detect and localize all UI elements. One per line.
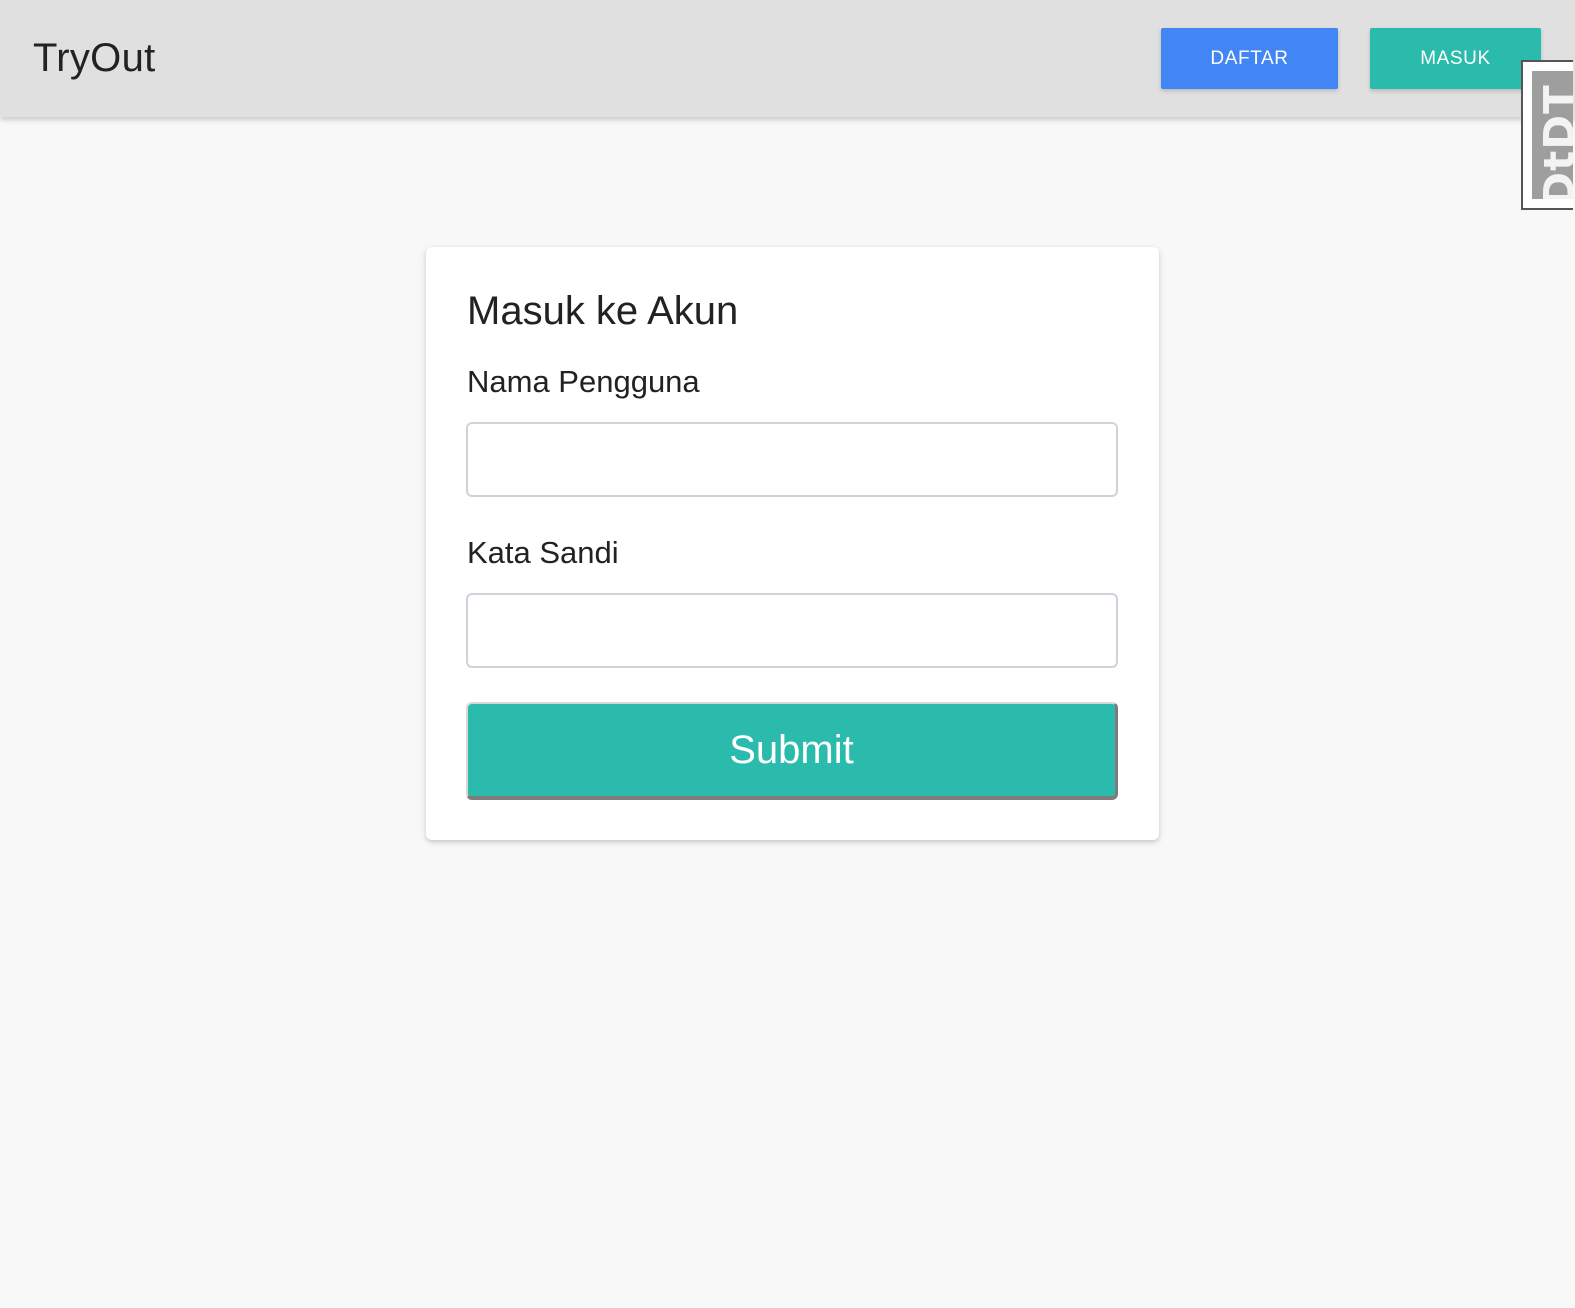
login-nav-button[interactable]: MASUK <box>1370 28 1541 89</box>
username-label: Nama Pengguna <box>467 364 700 399</box>
page: TryOut DAFTAR MASUK DtDT Masuk ke Akun N… <box>0 0 1575 1308</box>
dt-badge-label: DtDT <box>1534 84 1573 199</box>
login-card: Masuk ke Akun Nama Pengguna Kata Sandi S… <box>426 247 1159 840</box>
login-title: Masuk ke Akun <box>467 289 739 333</box>
dt-badge-panel: DtDT <box>1532 71 1573 199</box>
password-label: Kata Sandi <box>467 535 619 570</box>
brand-logo[interactable]: TryOut <box>33 34 156 82</box>
password-input[interactable] <box>466 593 1118 668</box>
submit-button[interactable]: Submit <box>466 702 1118 800</box>
username-input[interactable] <box>466 422 1118 497</box>
dt-badge[interactable]: DtDT <box>1521 60 1573 210</box>
navbar: TryOut DAFTAR MASUK <box>0 0 1575 117</box>
register-button[interactable]: DAFTAR <box>1161 28 1338 89</box>
